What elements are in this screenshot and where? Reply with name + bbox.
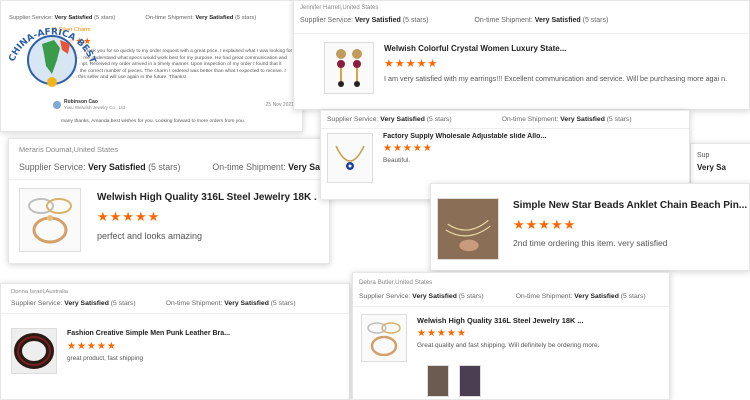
review-text: perfect and looks amazing [97,231,203,241]
reply-date: 25 Nov 2021 [265,101,294,108]
supplier-stars-count: (5 stars) [110,300,136,307]
rating-summary: Supplier Service: Very Satisfied (5 star… [321,111,689,123]
supplier-stars-count: (5 stars) [458,293,484,300]
supplier-service-label: Supplier Service: [11,300,63,307]
review-card-steel-jewelry: Meraris Doumat,United States Supplier Se… [8,138,330,264]
shipment-value: Very Satisfied [195,15,234,21]
review-text: Beautiful. [383,157,411,164]
supplier-stars-count: (5 stars) [148,162,181,172]
supplier-stars-count: (5 stars) [426,116,452,123]
shipment-label: On-time Shipment: [145,15,194,21]
product-thumbnail-bracelet[interactable] [327,133,373,183]
shipment-label: On-time Shipment: [474,17,533,24]
shipment-label: On-time Shipment: [212,162,286,172]
product-title-link[interactable]: Simple New Star Beads Anklet Chain Beach… [513,198,749,211]
star-rating: ★★★★★ [417,328,467,339]
review-photos [427,365,481,397]
review-text: I am very satisfied with my earrings!!! … [384,74,728,83]
review-photo[interactable] [427,365,449,397]
supplier-service-label: Supplier Service: [300,17,353,24]
product-row: Fashion Creative Simple Men Punk Leather… [1,314,349,374]
rating-summary: Supplier Service: Very Satisfied (5 star… [9,154,329,172]
product-title-link[interactable]: Factory Supply Wholesale Adjustable slid… [383,133,583,140]
supplier-service-value: Very Satisfied [380,116,425,123]
product-title-link[interactable]: Fashion Creative Simple Men Punk Leather… [67,328,267,337]
product-info: Welwish Colorful Crystal Women Luxury St… [374,42,744,83]
supplier-service-value: Very Sa [697,163,726,172]
review-photo[interactable] [459,365,481,397]
rating-summary: Supplier Service: Very Satisfied (5 star… [294,11,749,24]
product-row: Welwish High Quality 316L Steel Jewelry … [353,307,669,362]
supplier-service-value: Very Satisfied [87,162,146,172]
product-thumbnail-anklet[interactable] [437,198,499,260]
shipment-stars-count: (5 stars) [270,300,296,307]
star-rating: ★★★★★ [67,341,117,352]
product-info: Welwish High Quality 316L Steel Jewelry … [81,188,317,241]
product-title-link[interactable]: Welwish High Quality 316L Steel Jewelry … [417,314,657,325]
reviewer-name: Jennifer Harrell,United States [300,5,379,11]
product-title-link[interactable]: Welwish Colorful Crystal Women Luxury St… [384,42,744,53]
shipment-stars-count: (5 stars) [620,293,646,300]
product-thumbnail-earrings[interactable] [324,42,374,94]
shipment-value: Very Satisfied [560,116,605,123]
reply-company: Yiwu Welwish Jewelry Co., Ltd [64,105,126,110]
supplier-stars-count: (5 stars) [402,17,429,24]
shipment-stars-count: (5 stars) [582,17,609,24]
shipment-stars-count: (5 stars) [606,116,632,123]
review-card-anklet: Simple New Star Beads Anklet Chain Beach… [430,183,750,271]
review-card-leather: Donna Israel,Australia Supplier Service:… [0,283,350,400]
review-text: 2nd time ordering this item. very satisf… [513,238,668,248]
product-row: Simple New Star Beads Anklet Chain Beach… [431,184,749,260]
shipment-stars-count: (5 stars) [234,15,257,21]
product-title-link[interactable]: Welwish High Quality 316L Steel Jewelry … [97,188,317,203]
reply-text: many thanks, Amanda,best wishes for you.… [61,119,246,124]
supplier-service-label: Supplier Service: [19,162,86,172]
platform-logo: CHINA-AFRICA BEST TRADING PLATFORM [0,0,102,104]
star-rating: ★★★★★ [384,58,439,70]
supplier-service-value: Very Satisfied [64,300,109,307]
review-card-steel-jewelry-2: Debra Butler,United States Supplier Serv… [352,272,670,400]
review-card-fragment: Sup Very Sa [690,143,750,185]
supplier-service-label: Supplier Service: [359,293,411,300]
product-info: Welwish High Quality 316L Steel Jewelry … [407,314,657,349]
shipment-label: On-time Shipment: [165,300,223,307]
star-rating: ★★★★★ [383,143,433,154]
product-thumbnail-leather-bracelet[interactable] [11,328,57,374]
product-row: Welwish High Quality 316L Steel Jewelry … [9,180,329,252]
product-info: Fashion Creative Simple Men Punk Leather… [57,328,267,362]
reviewer-name: Debra Butler,United States [359,279,433,286]
supplier-service-value: Very Satisfied [412,293,457,300]
reviewer-name: Meraris Doumat,United States [19,145,118,154]
shipment-value: Very Satisfied [574,293,619,300]
star-rating: ★★★★★ [513,217,577,232]
star-rating: ★★★★★ [97,209,161,224]
shipment-value: Very Satisfied [224,300,269,307]
product-thumbnail-bangles[interactable] [361,314,407,362]
reviewer-name: Donna Israel,Australia [11,289,69,295]
review-text: Great quality and fast shipping. Will de… [417,342,600,349]
product-row: Factory Supply Wholesale Adjustable slid… [321,129,689,183]
shipment-label: On-time Shipment: [515,293,573,300]
product-row: Welwish Colorful Crystal Women Luxury St… [294,34,749,94]
supplier-service-value: Very Satisfied [354,17,401,24]
shipment-label: On-time Shipment: [501,116,559,123]
rating-summary: Supplier Service: Very Satisfied (5 star… [1,295,349,307]
rating-summary: Supplier Service: Very Satisfied (5 star… [353,286,669,300]
supplier-service-label: Supplier Service: [327,116,379,123]
product-thumbnail-bangles[interactable] [19,188,81,252]
product-info: Simple New Star Beads Anklet Chain Beach… [499,198,749,248]
shipment-value: Very Satisfied [534,17,581,24]
supplier-service-label: Sup [697,152,710,159]
review-text: great product, fast shipping [67,355,143,362]
product-info: Factory Supply Wholesale Adjustable slid… [373,133,583,164]
review-card-earrings: Jennifer Harrell,United States Supplier … [293,0,750,110]
